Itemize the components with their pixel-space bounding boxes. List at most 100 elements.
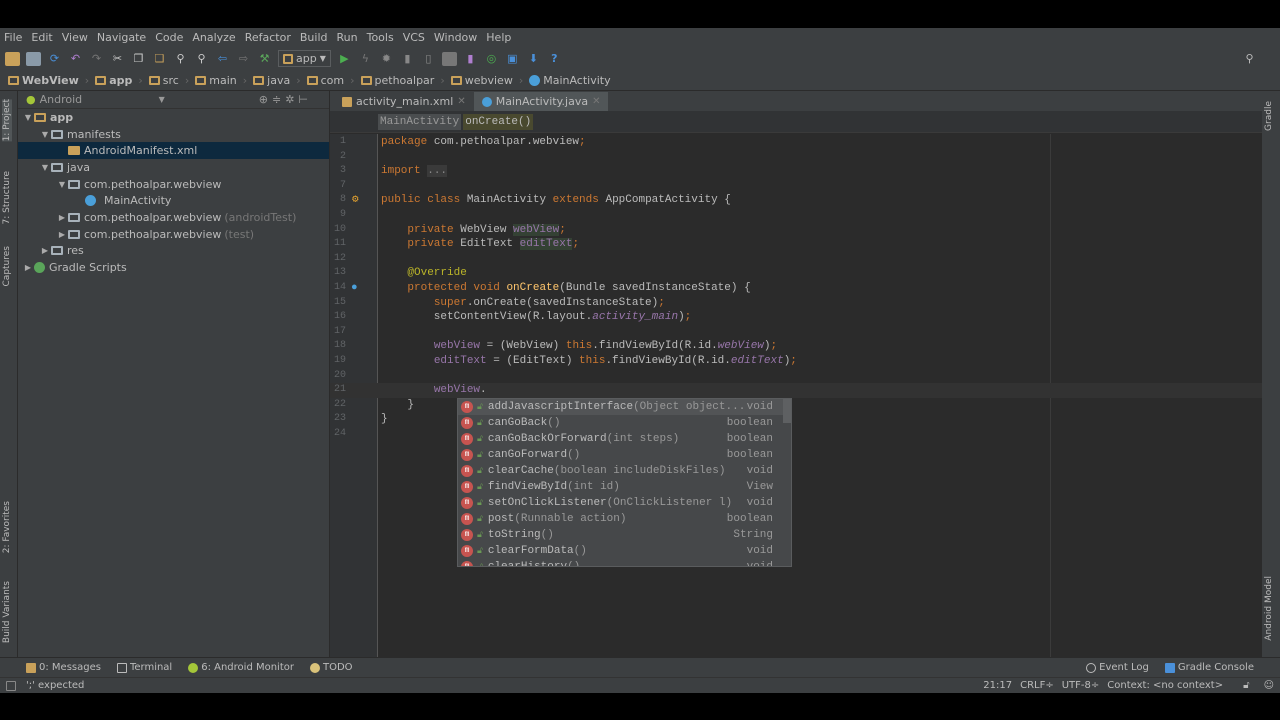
sync-gradle-icon[interactable]: ◎ (484, 52, 499, 66)
menu-vcs[interactable]: VCS (403, 31, 425, 44)
sdk-manager-icon[interactable]: ⬇ (526, 52, 541, 66)
menu-tools[interactable]: Tools (367, 31, 394, 44)
hide-panel-icon[interactable]: ⊢ (298, 93, 308, 106)
completion-item[interactable]: m 🔓︎ toString() String (458, 527, 791, 543)
attach-debugger-icon[interactable]: ▯ (421, 52, 436, 66)
completion-item[interactable]: m 🔓︎ findViewById (int id) View (458, 479, 791, 495)
replace-icon[interactable]: ⚲ (194, 52, 209, 66)
paste-icon[interactable]: ❑ (152, 52, 167, 66)
profile-icon[interactable]: ▮ (400, 52, 415, 66)
scroll-from-source-icon[interactable]: ⊕ (259, 93, 268, 106)
completion-item[interactable]: m 🔓︎ clearFormData() void (458, 543, 791, 559)
breadcrumb-src[interactable]: src (148, 74, 179, 87)
line-separator[interactable]: CRLF÷ (1020, 680, 1054, 691)
inspector-icon[interactable]: ☺ (1264, 680, 1274, 691)
android-model-tool-tab[interactable]: Android Model (1264, 576, 1274, 641)
project-tool-tab[interactable]: 1: Project (2, 99, 12, 142)
close-tab-icon[interactable]: ✕ (592, 96, 600, 107)
menu-edit[interactable]: Edit (31, 31, 52, 44)
tree-item[interactable]: ▼ app (18, 109, 329, 126)
completion-item[interactable]: m 🔓︎ canGoForward() boolean (458, 447, 791, 463)
stop-icon[interactable] (441, 51, 457, 66)
menu-window[interactable]: Window (434, 31, 477, 44)
nav-class[interactable]: MainActivity (378, 113, 462, 130)
popup-scrollbar[interactable] (783, 399, 791, 423)
menu-build[interactable]: Build (300, 31, 328, 44)
collapse-all-icon[interactable]: ≑ (272, 93, 281, 106)
tree-item[interactable]: ▶ com.pethoalpar.webview (test) (18, 226, 329, 243)
menu-help[interactable]: Help (486, 31, 511, 44)
tree-item[interactable]: ▼ java (18, 159, 329, 176)
context[interactable]: Context: <no context> (1107, 680, 1223, 691)
tab-mainactivity-java[interactable]: MainActivity.java ✕ (473, 92, 609, 111)
messages-tab[interactable]: 0: Messages (26, 662, 101, 673)
tree-item[interactable]: MainActivity (18, 192, 329, 209)
file-encoding[interactable]: UTF-8÷ (1062, 680, 1100, 691)
debug-icon[interactable]: ✹ (379, 52, 394, 66)
tree-item[interactable]: ▶ com.pethoalpar.webview (androidTest) (18, 209, 329, 226)
tree-item[interactable]: ▼ manifests (18, 126, 329, 143)
run-config-select[interactable]: app ▼ (278, 50, 331, 67)
project-structure-icon[interactable]: ▣ (505, 52, 520, 66)
menu-analyze[interactable]: Analyze (192, 31, 235, 44)
project-view-select[interactable]: Android (40, 93, 155, 106)
code-area[interactable]: 1 package com.pethoalpar.webview; 2 3 import… (330, 135, 1262, 441)
search-everywhere-icon[interactable]: ⚲ (1242, 52, 1257, 66)
back-icon[interactable]: ⇦ (215, 52, 230, 66)
help-icon[interactable]: ? (547, 52, 562, 66)
lock-icon[interactable]: 🔓︎ (1243, 680, 1249, 691)
menu-refactor[interactable]: Refactor (245, 31, 291, 44)
menu-view[interactable]: View (62, 31, 88, 44)
expand-arrow-icon[interactable]: ▼ (56, 180, 68, 189)
menu-run[interactable]: Run (337, 31, 358, 44)
save-icon[interactable] (26, 51, 41, 66)
tree-item[interactable]: ▶ res (18, 243, 329, 260)
implemented-icon[interactable]: ⚙ (352, 193, 359, 208)
expand-arrow-icon[interactable]: ▶ (56, 230, 68, 239)
close-tab-icon[interactable]: ✕ (457, 96, 465, 107)
expand-arrow-icon[interactable]: ▶ (56, 213, 68, 222)
expand-arrow-icon[interactable]: ▶ (22, 263, 34, 272)
event-log-tab[interactable]: Event Log (1086, 662, 1149, 673)
breadcrumb-webview[interactable]: WebView (8, 74, 79, 87)
tab-activity_main-xml[interactable]: activity_main.xml ✕ (334, 92, 474, 111)
expand-arrow-icon[interactable]: ▶ (39, 246, 51, 255)
tree-item[interactable]: ▶ Gradle Scripts (18, 259, 329, 276)
terminal-tab[interactable]: Terminal (116, 662, 172, 673)
sync-icon[interactable]: ⟳ (47, 52, 62, 66)
menu-file[interactable]: File (4, 31, 22, 44)
forward-icon[interactable]: ⇨ (236, 52, 251, 66)
breadcrumb-main[interactable]: main (195, 74, 237, 87)
menu-code[interactable]: Code (155, 31, 183, 44)
open-icon[interactable] (5, 51, 20, 66)
tree-item[interactable]: ▼ com.pethoalpar.webview (18, 176, 329, 193)
gear-icon[interactable]: ✲ (285, 93, 294, 106)
expand-arrow-icon[interactable]: ▼ (39, 130, 51, 139)
completion-item[interactable]: m 🔓︎ canGoBackOrForward (int steps) boolean (458, 431, 791, 447)
completion-item[interactable]: m 🔓︎ addJavascriptInterface (Object object.… (458, 399, 791, 415)
toggle-tool-windows-icon[interactable] (6, 680, 16, 691)
structure-tool-tab[interactable]: 7: Structure (2, 171, 12, 225)
copy-icon[interactable]: ❐ (131, 52, 146, 66)
breadcrumb-mainactivity[interactable]: MainActivity (529, 74, 611, 87)
build-variants-tool-tab[interactable]: Build Variants (2, 581, 12, 643)
completion-item[interactable]: m 🔓︎ clearCache (boolean includeDiskFiles) v… (458, 463, 791, 479)
instant-run-icon[interactable]: ϟ (358, 52, 373, 66)
breadcrumb-com[interactable]: com (306, 74, 344, 87)
caret-position[interactable]: 21:17 (983, 680, 1012, 691)
breadcrumb-app[interactable]: app (95, 74, 132, 87)
redo-icon[interactable]: ↷ (89, 52, 104, 66)
favorites-tool-tab[interactable]: 2: Favorites (2, 501, 12, 553)
android-monitor-tab[interactable]: 6: Android Monitor (188, 662, 294, 673)
run-icon[interactable]: ▶ (337, 52, 352, 66)
captures-tool-tab[interactable]: Captures (2, 246, 12, 286)
expand-arrow-icon[interactable]: ▼ (39, 163, 51, 172)
cut-icon[interactable]: ✂ (110, 52, 125, 66)
menu-navigate[interactable]: Navigate (97, 31, 146, 44)
overrides-icon[interactable]: ● (351, 281, 358, 296)
completion-item[interactable]: m 🔓︎ canGoBack() boolean (458, 415, 791, 431)
avd-manager-icon[interactable]: ▮ (463, 52, 478, 66)
chevron-down-icon[interactable]: ▼ (159, 95, 165, 104)
nav-method[interactable]: onCreate() (463, 113, 534, 130)
todo-tab[interactable]: TODO (309, 662, 353, 673)
